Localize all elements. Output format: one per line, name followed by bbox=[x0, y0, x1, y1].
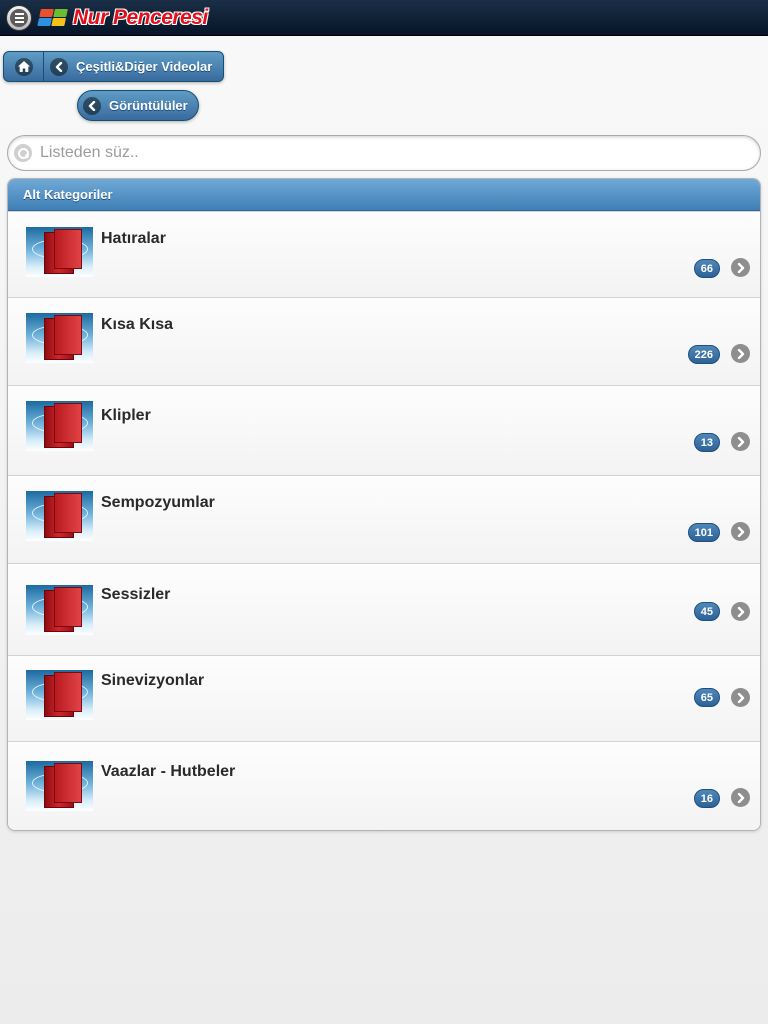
chevron-right-icon bbox=[731, 432, 750, 451]
count-badge: 45 bbox=[693, 602, 720, 621]
count-badge: 16 bbox=[693, 789, 720, 808]
category-thumbnail bbox=[26, 401, 93, 451]
home-icon bbox=[14, 57, 33, 76]
list-item[interactable]: Klipler 13 bbox=[8, 385, 760, 475]
subcategory-list: Alt Kategoriler Hatıralar 66 Kısa Kısa 2… bbox=[7, 178, 761, 831]
breadcrumb: Çeşitli&Diğer Videolar bbox=[3, 51, 225, 82]
category-thumbnail bbox=[26, 313, 93, 363]
category-thumbnail bbox=[26, 585, 93, 635]
home-button[interactable] bbox=[4, 52, 44, 81]
app-header: Nur Penceresi bbox=[0, 0, 768, 36]
search-input[interactable] bbox=[40, 144, 740, 162]
count-badge: 13 bbox=[693, 433, 720, 452]
category-thumbnail bbox=[26, 761, 93, 811]
chevron-right-icon bbox=[731, 602, 750, 621]
logo[interactable]: Nur Penceresi bbox=[37, 5, 208, 30]
filter-search-box[interactable] bbox=[7, 135, 761, 171]
list-item-title: Sempozyumlar bbox=[101, 494, 215, 511]
menu-button[interactable] bbox=[6, 4, 32, 31]
search-icon bbox=[14, 144, 32, 162]
list-header: Alt Kategoriler bbox=[8, 179, 760, 211]
list-item[interactable]: Hatıralar 66 bbox=[8, 211, 760, 297]
chevron-right-icon bbox=[731, 522, 750, 541]
chevron-right-icon bbox=[731, 344, 750, 363]
back-button-label: Çeşitli&Diğer Videolar bbox=[76, 59, 213, 74]
list-item[interactable]: Kısa Kısa 226 bbox=[8, 297, 760, 385]
logo-text: Nur Penceresi bbox=[73, 5, 208, 29]
chevron-left-icon bbox=[83, 96, 101, 115]
list-item-title: Sessizler bbox=[101, 586, 171, 603]
chevron-right-icon bbox=[731, 688, 750, 707]
list-item-title: Klipler bbox=[101, 407, 151, 424]
back-button[interactable]: Çeşitli&Diğer Videolar bbox=[44, 52, 223, 81]
chevron-right-icon bbox=[731, 258, 750, 277]
chevron-right-icon bbox=[731, 788, 750, 807]
count-badge: 66 bbox=[693, 259, 720, 278]
subcategory-button-label: Görüntülüler bbox=[109, 98, 188, 113]
list-item[interactable]: Vaazlar - Hutbeler 16 bbox=[8, 741, 760, 830]
category-thumbnail bbox=[26, 227, 93, 277]
logo-flag-icon bbox=[37, 8, 69, 27]
list-item-title: Kısa Kısa bbox=[101, 316, 174, 333]
list-item[interactable]: Sempozyumlar 101 bbox=[8, 475, 760, 563]
chevron-left-icon bbox=[50, 57, 68, 76]
list-item[interactable]: Sinevizyonlar 65 bbox=[8, 655, 760, 741]
list-item-title: Vaazlar - Hutbeler bbox=[101, 763, 236, 780]
subcategory-back-button[interactable]: Görüntülüler bbox=[77, 90, 199, 121]
category-thumbnail bbox=[26, 491, 93, 541]
list-item-title: Sinevizyonlar bbox=[101, 672, 205, 689]
list-item-title: Hatıralar bbox=[101, 230, 166, 247]
count-badge: 101 bbox=[687, 523, 720, 542]
menu-icon bbox=[10, 8, 28, 27]
count-badge: 226 bbox=[687, 345, 720, 364]
count-badge: 65 bbox=[693, 688, 720, 707]
list-item[interactable]: Sessizler 45 bbox=[8, 563, 760, 655]
category-thumbnail bbox=[26, 670, 93, 720]
